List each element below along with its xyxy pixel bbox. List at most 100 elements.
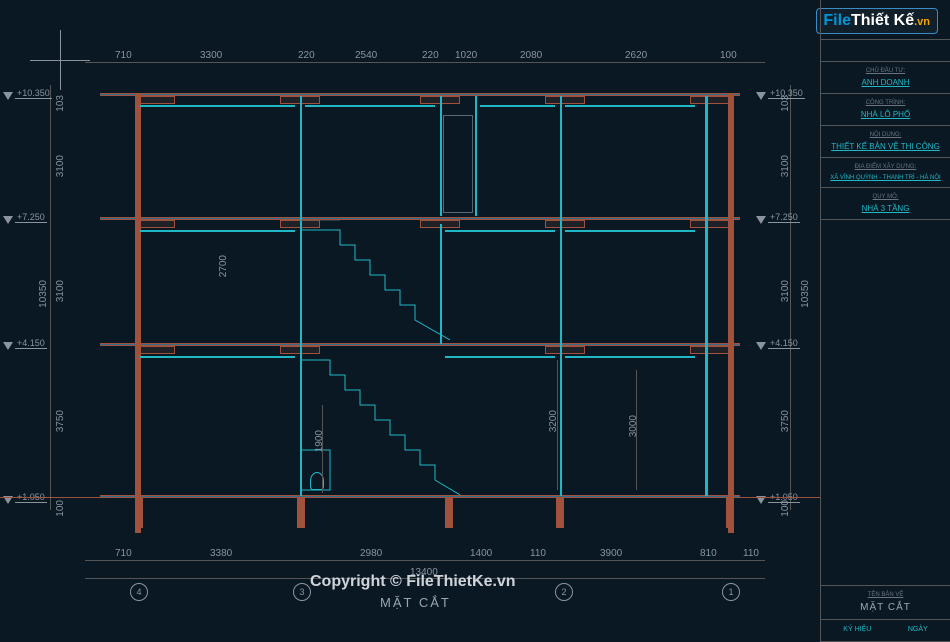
beam [545,346,585,354]
copyright-watermark: Copyright © FileThietKe.vn [310,573,516,591]
ground-ext-r [740,497,820,498]
wall-e [705,96,708,496]
title-block: CHỦ ĐẦU TƯ: ANH DOANH CÔNG TRÌNH: NHÀ LÔ… [820,0,950,642]
dim-bot-0: 710 [115,548,132,559]
wall-seg [445,356,555,358]
dim-left-total: 10350 [38,280,49,308]
dim-right-1: 3100 [780,155,791,177]
inner-dim-1900: 1900 [314,430,325,452]
elev-0r: +10.350 [768,88,805,99]
beam [135,96,175,104]
wall-seg [565,105,695,107]
wall-seg [445,230,555,232]
dim-top-4: 220 [422,50,439,61]
drawing-title-main: MẶT CẮT [380,595,451,610]
tb-scale: NHÀ 3 TẦNG [862,204,910,213]
beam [690,220,730,228]
idl [557,360,558,490]
dim-bot-3: 1400 [470,548,492,559]
beam [545,220,585,228]
elev-1r: +7.250 [768,212,800,223]
dim-bot-2: 2980 [360,548,382,559]
idl [636,370,637,490]
dim-right-total: 10350 [800,280,811,308]
dim-top-5: 1020 [455,50,477,61]
dim-right-2: 3100 [780,280,791,302]
wall-seg [140,356,295,358]
stair-upper [300,220,450,350]
dim-line-bottom-1 [85,560,765,561]
footing [556,498,564,528]
dim-bot-6: 810 [700,548,717,559]
dim-top-7: 2620 [625,50,647,61]
wall-int [475,96,477,216]
inner-dim-3000: 3000 [628,415,639,437]
tb-client-lbl: CHỦ ĐẦU TƯ: [825,68,946,74]
tb-addr: XÃ VĨNH QUỲNH - THANH TRÌ - HÀ NỘI [830,175,940,181]
dim-top-6: 2080 [520,50,542,61]
stair-lower [300,350,460,500]
dim-top-2: 220 [298,50,315,61]
wall-seg [565,230,695,232]
tb-footer-2: NGÀY [908,626,928,635]
idl [322,405,323,493]
wall-c1 [440,96,442,216]
dim-top-1: 3300 [200,50,222,61]
dim-top-3: 2540 [355,50,377,61]
dim-bot-5: 3900 [600,548,622,559]
wall-seg [480,105,555,107]
beam [135,220,175,228]
grid-4: 4 [130,583,148,601]
dim-bot-7: 110 [743,548,759,559]
wall-seg [140,230,295,232]
beam [690,96,730,104]
footing [726,498,734,528]
elev-1l: +7.250 [15,212,47,223]
dim-top-8: 100 [720,50,737,61]
dim-left-4: 100 [55,500,66,517]
dim-left-2: 3100 [55,280,66,302]
dim-left-3: 3750 [55,410,66,432]
elev-2r: +4.150 [768,338,800,349]
cad-canvas[interactable]: 710 3300 220 2540 220 1020 2080 2620 100… [0,0,820,642]
beam [545,96,585,104]
grid-1: 1 [722,583,740,601]
tb-addr-lbl: ĐỊA ĐIỂM XÂY DỰNG: [825,164,946,170]
wall-seg [305,105,435,107]
dim-top-0: 710 [115,50,132,61]
door-opening [443,115,473,213]
beam [690,346,730,354]
beam [135,346,175,354]
dim-line-left [50,85,51,510]
col-1 [135,93,141,533]
inner-dim-2700: 2700 [218,255,229,277]
col-4 [728,93,734,533]
ucs-icon [30,30,90,90]
tb-client: ANH DOANH [861,78,909,87]
dim-right-3: 3750 [780,410,791,432]
dim-bot-4: 110 [530,548,546,559]
dim-left-0: 103 [55,95,66,112]
tb-footer-1: KÝ HIỆU [843,626,871,635]
dim-line-top [85,62,765,63]
tb-scale-lbl: QUY MÔ: [825,194,946,200]
footing [135,498,143,528]
grid-3: 3 [293,583,311,601]
elev-0l: +10.350 [15,88,52,99]
elev-2l: +4.150 [15,338,47,349]
grid-2: 2 [555,583,573,601]
dim-left-1: 3100 [55,155,66,177]
tb-sheet-lbl: TÊN BẢN VẼ [825,592,946,598]
footing [297,498,305,528]
ground-ext-l [0,497,100,498]
dim-bot-1: 3380 [210,548,232,559]
tb-project-lbl: CÔNG TRÌNH: [825,100,946,106]
tb-project: NHÀ LÔ PHỐ [861,110,910,119]
tb-sheet: MẶT CẮT [860,602,911,613]
wall-seg [565,356,695,358]
wall-d [560,96,562,496]
wall-seg [140,105,295,107]
footing [445,498,453,528]
tb-content: THIẾT KẾ BẢN VẼ THI CÔNG [831,142,940,151]
tb-content-lbl: NỘI DUNG: [825,132,946,138]
